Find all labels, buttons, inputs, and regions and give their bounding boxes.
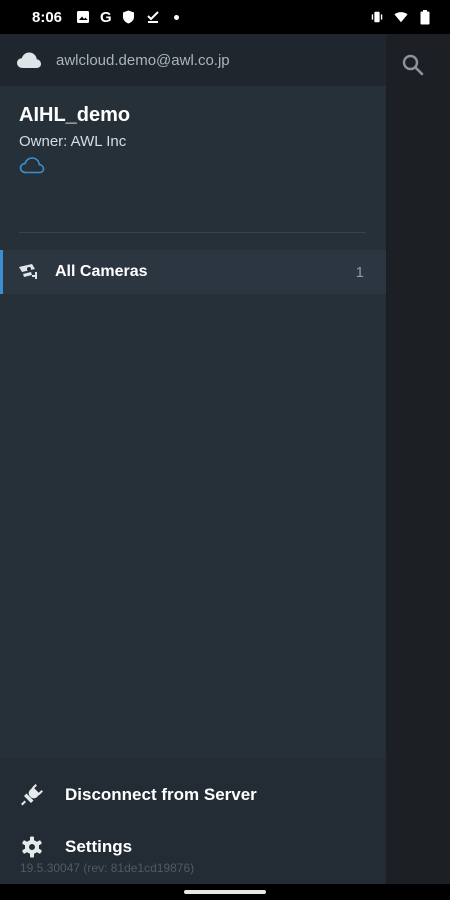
status-bar: 8:06 G bbox=[0, 0, 450, 34]
main-content-scrim[interactable] bbox=[386, 34, 450, 884]
app-screen: 8:06 G awlcloud.demo@awl.co.jp AIHL_demo… bbox=[0, 0, 450, 900]
wifi-icon bbox=[394, 10, 408, 24]
vibrate-icon bbox=[370, 10, 384, 24]
shield-icon bbox=[122, 10, 136, 24]
account-bar[interactable]: awlcloud.demo@awl.co.jp bbox=[0, 34, 386, 86]
unplug-icon bbox=[20, 783, 44, 807]
notification-dot-icon bbox=[173, 14, 179, 20]
search-icon[interactable] bbox=[400, 52, 426, 78]
app-version: 19.5.30047 (rev: 81de1cd19876) bbox=[20, 861, 195, 875]
photo-icon bbox=[76, 10, 90, 24]
disconnect-button[interactable]: Disconnect from Server bbox=[0, 775, 386, 815]
status-right-icons bbox=[370, 9, 432, 24]
settings-label: Settings bbox=[65, 837, 133, 856]
home-gesture-handle[interactable] bbox=[184, 890, 266, 894]
list-item-all-cameras[interactable]: All Cameras 1 bbox=[0, 250, 386, 294]
disconnect-label: Disconnect from Server bbox=[65, 785, 257, 804]
navigation-bar bbox=[0, 884, 450, 900]
gear-icon bbox=[20, 835, 44, 859]
cloud-icon bbox=[16, 51, 42, 69]
divider bbox=[19, 232, 366, 233]
server-name: AIHL_demo bbox=[19, 104, 131, 126]
download-done-icon bbox=[146, 10, 160, 24]
list-item-count: 1 bbox=[355, 263, 364, 281]
account-email: awlcloud.demo@awl.co.jp bbox=[56, 51, 230, 69]
battery-icon bbox=[418, 9, 432, 24]
server-info: AIHL_demo Owner: AWL Inc bbox=[19, 104, 369, 174]
navigation-drawer: awlcloud.demo@awl.co.jp AIHL_demo Owner:… bbox=[0, 34, 386, 884]
selected-indicator bbox=[0, 250, 3, 294]
camera-icon bbox=[18, 263, 40, 281]
server-owner: Owner: AWL Inc bbox=[19, 133, 127, 150]
cloud-outline-icon bbox=[19, 156, 45, 174]
status-left-icons: G bbox=[76, 9, 179, 26]
list-item-label: All Cameras bbox=[55, 263, 148, 280]
status-time: 8:06 bbox=[32, 8, 63, 26]
google-icon: G bbox=[100, 8, 112, 26]
